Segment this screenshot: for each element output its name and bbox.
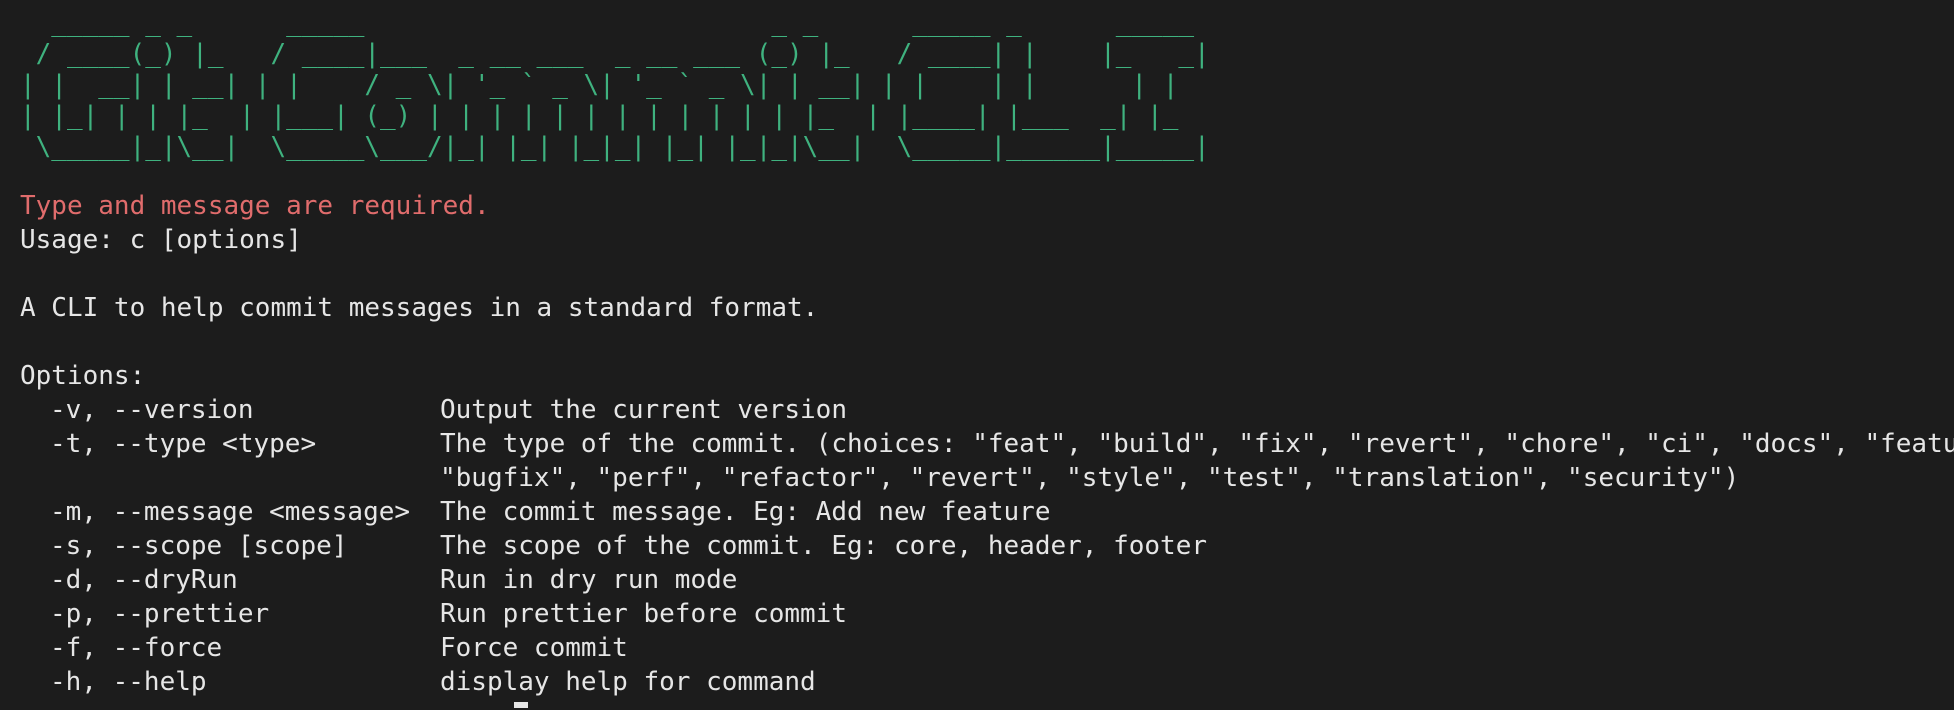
- banner-line: / ____(_) |_ / ____|___ _ __ ___ _ __ __…: [20, 39, 1210, 69]
- option-description: The type of the commit. (choices: "feat"…: [440, 429, 1954, 459]
- error-message: Type and message are required.: [20, 191, 490, 221]
- option-flag: [20, 461, 440, 495]
- option-flag: -h, --help: [50, 667, 207, 697]
- banner-line: _____ _ _ _____ _ _ _____ _ _____: [20, 8, 1210, 38]
- option-row: -f, --force Force commit: [20, 631, 1954, 665]
- option-description: The commit message. Eg: Add new feature: [440, 497, 1051, 527]
- option-description: Run prettier before commit: [440, 599, 847, 629]
- option-row: -h, --help display help for command: [20, 665, 1954, 699]
- banner-line: | | __| | __| | | / _ \| '_ ` _ \| '_ ` …: [20, 70, 1210, 100]
- option-row: -p, --prettier Run prettier before commi…: [20, 597, 1954, 631]
- description-line: A CLI to help commit messages in a stand…: [20, 293, 819, 323]
- banner-line: \_____|_|\__| \_____\___/|_| |_| |_|_| |…: [20, 132, 1210, 162]
- option-flag: -d, --dryRun: [50, 565, 238, 595]
- option-row: -t, --type <type> The type of the commit…: [20, 427, 1954, 461]
- banner-line: | |_| | | |_ | |___| (_) | | | | | | | |…: [20, 101, 1194, 131]
- option-row: -m, --message <message> The commit messa…: [20, 495, 1954, 529]
- terminal-output: _____ _ _ _____ _ _ _____ _ _____ / ____…: [20, 8, 1954, 710]
- option-description: Output the current version: [440, 395, 847, 425]
- option-flag: -s, --scope [scope]: [50, 531, 348, 561]
- option-description: "bugfix", "perf", "refactor", "revert", …: [440, 463, 1740, 493]
- option-flag: -m, --message <message>: [50, 497, 411, 527]
- option-row: -v, --version Output the current version: [20, 393, 1954, 427]
- usage-line: Usage: c [options]: [20, 225, 302, 255]
- option-flag: -v, --version: [50, 395, 254, 425]
- option-row: -d, --dryRun Run in dry run mode: [20, 563, 1954, 597]
- option-row: -s, --scope [scope] The scope of the com…: [20, 529, 1954, 563]
- option-description: display help for command: [440, 667, 816, 697]
- option-row: "bugfix", "perf", "refactor", "revert", …: [20, 461, 1954, 495]
- options-header: Options:: [20, 361, 146, 391]
- option-flag: -f, --force: [50, 633, 223, 663]
- option-description: Force commit: [440, 633, 628, 663]
- terminal-cursor: [514, 702, 528, 708]
- option-description: Run in dry run mode: [440, 565, 738, 595]
- option-description: The scope of the commit. Eg: core, heade…: [440, 531, 1208, 561]
- ascii-banner: _____ _ _ _____ _ _ _____ _ _____ / ____…: [20, 8, 1954, 163]
- option-flag: -p, --prettier: [50, 599, 270, 629]
- option-flag: -t, --type <type>: [50, 429, 317, 459]
